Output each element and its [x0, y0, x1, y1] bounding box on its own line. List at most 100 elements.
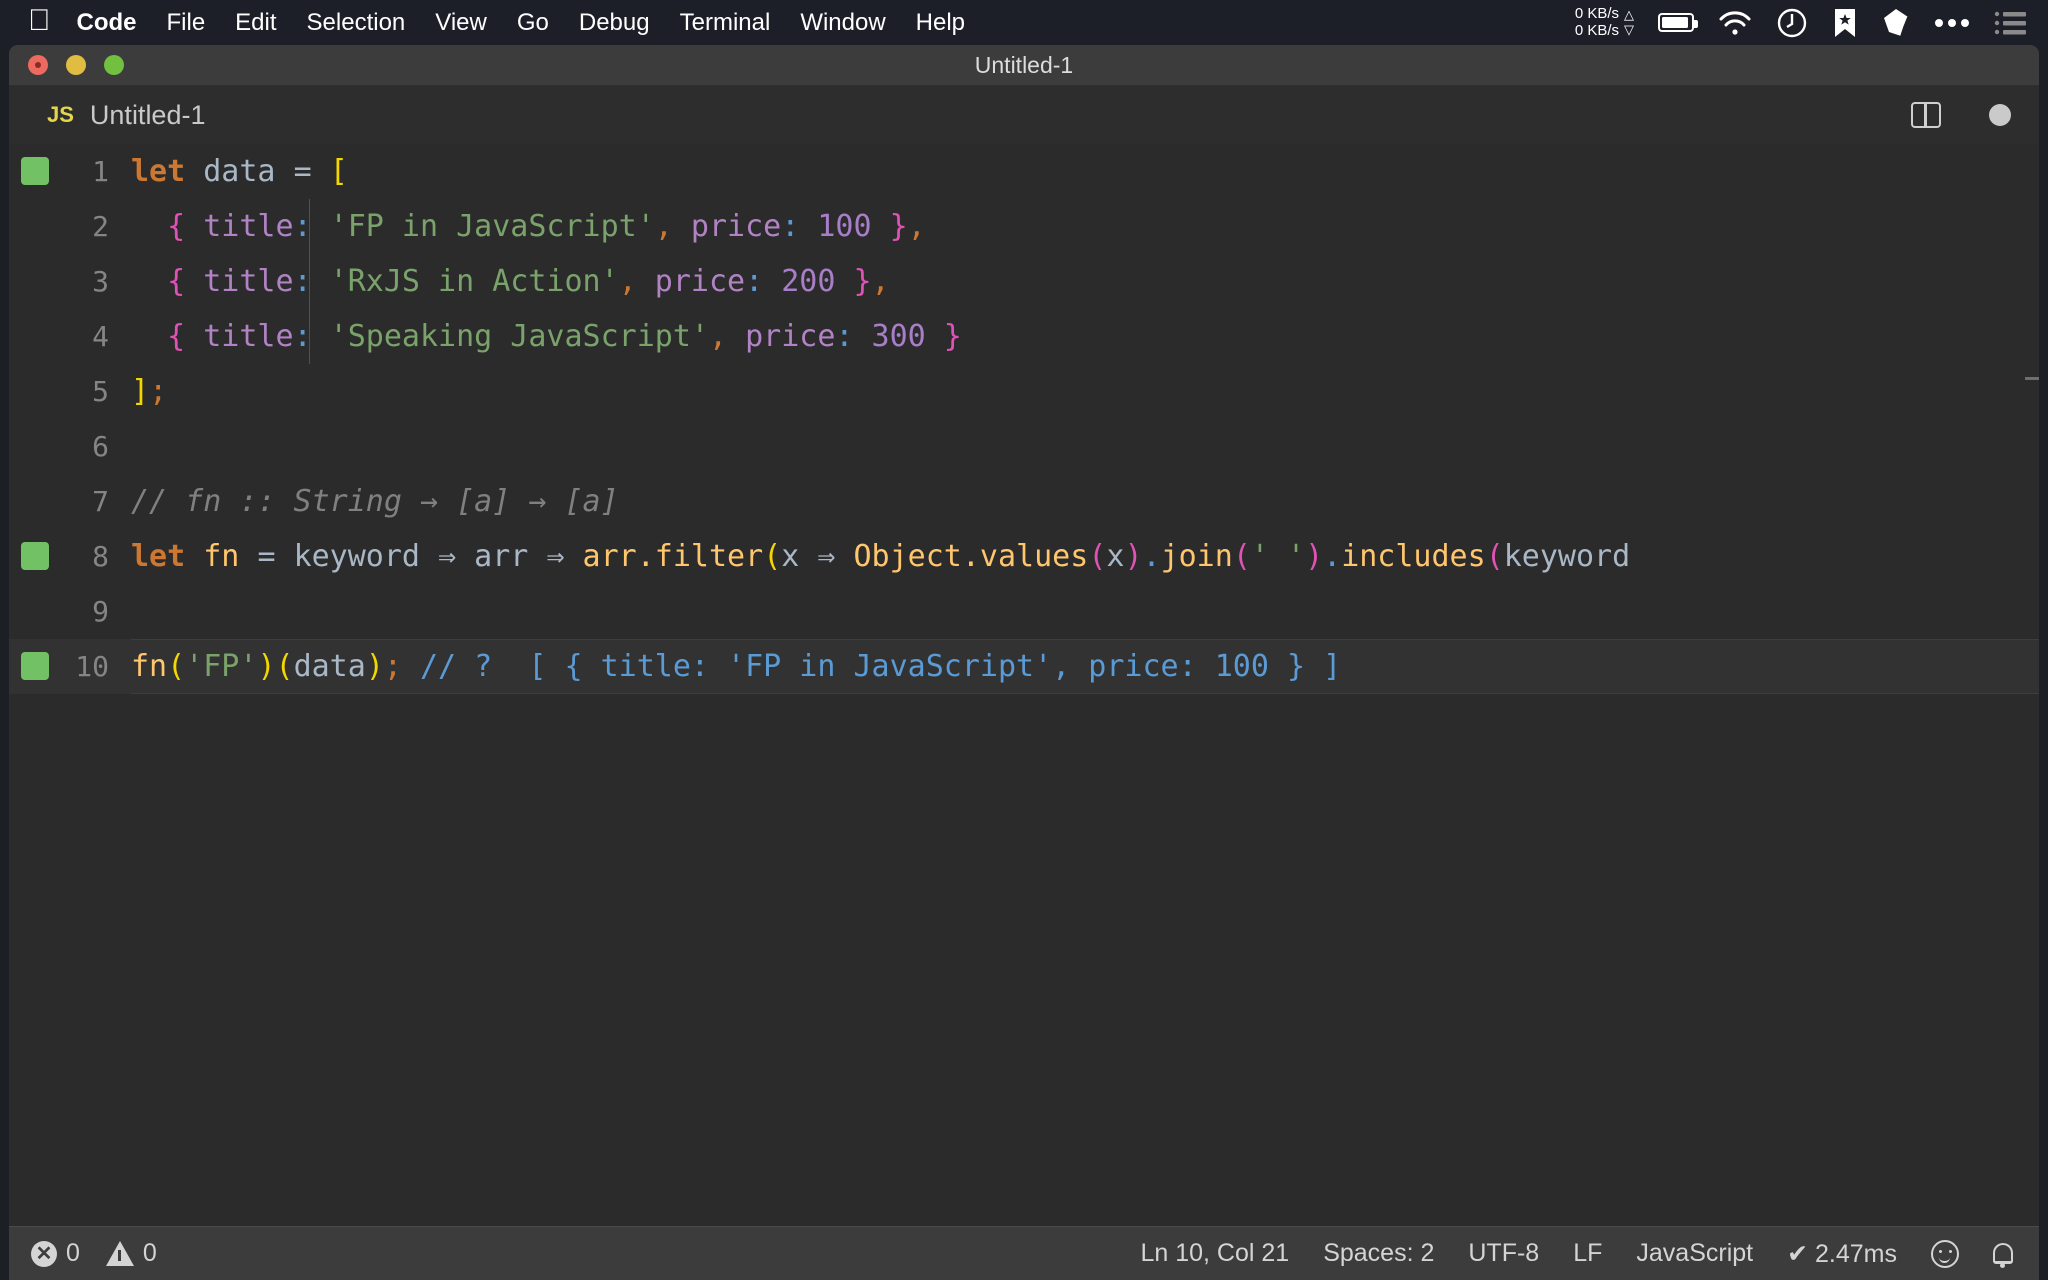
token-colon: : — [781, 209, 800, 244]
encoding-setting[interactable]: UTF-8 — [1468, 1239, 1539, 1268]
token-bracket: [ — [329, 154, 348, 189]
line-content[interactable]: { title: 'FP in JavaScript', price: 100 … — [131, 199, 2039, 254]
menu-item-file[interactable]: File — [167, 9, 206, 37]
token-paren: ( — [1232, 539, 1251, 574]
token-brace: { — [167, 319, 186, 354]
execution-time[interactable]: ✔ 2.47ms — [1787, 1239, 1897, 1269]
line-number: 7 — [92, 485, 109, 518]
code-line-8[interactable]: 8 let fn = keyword ⇒ arr ⇒ arr.filter(x … — [9, 529, 2039, 584]
token-brace: } — [871, 209, 908, 244]
token-dot: . — [1323, 539, 1342, 574]
token-paren: ( — [275, 649, 294, 684]
list-icon[interactable] — [1994, 10, 2026, 36]
menu-item-debug[interactable]: Debug — [579, 9, 650, 37]
warning-count[interactable]: 0 — [143, 1239, 157, 1268]
code-line-4[interactable]: 4 { title: 'Speaking JavaScript', price:… — [9, 309, 2039, 364]
token-keyword: let — [131, 154, 186, 189]
token-comment: // fn :: String → [a] → [a] — [131, 484, 619, 519]
menu-item-help[interactable]: Help — [916, 9, 965, 37]
code-line-1[interactable]: 1 let data = [ — [9, 144, 2039, 199]
token-colon: : — [835, 319, 854, 354]
code-line-7[interactable]: 7 // fn :: String → [a] → [a] — [9, 474, 2039, 529]
menu-item-code[interactable]: Code — [77, 9, 137, 37]
line-content[interactable]: // fn :: String → [a] → [a] — [131, 474, 2039, 529]
scrollbar-marker[interactable] — [2025, 377, 2039, 380]
token-property: title — [185, 264, 294, 299]
window-title: Untitled-1 — [974, 51, 1074, 78]
token-paren: ( — [167, 649, 186, 684]
token-paren: ) — [365, 649, 384, 684]
cursor-position[interactable]: Ln 10, Col 21 — [1140, 1239, 1289, 1268]
code-line-3[interactable]: 3 { title: 'RxJS in Action', price: 200 … — [9, 254, 2039, 309]
line-number: 3 — [92, 265, 109, 298]
line-content[interactable] — [131, 584, 2039, 639]
smiley-icon[interactable] — [1931, 1239, 1959, 1268]
token-paren: ( — [763, 539, 782, 574]
code-editor[interactable]: 1 let data = [ 2 { title: 'FP in JavaScr… — [9, 144, 2039, 1226]
wifi-icon[interactable] — [1718, 10, 1752, 36]
eol-setting[interactable]: LF — [1573, 1239, 1602, 1268]
line-content[interactable]: ]; — [131, 364, 2039, 419]
token-brace: } — [925, 319, 962, 354]
line-content[interactable]: fn('FP')(data); // ? [ { title: 'FP in J… — [131, 639, 2039, 694]
warning-icon — [105, 1241, 134, 1266]
line-content[interactable] — [131, 419, 2039, 474]
git-change-marker — [21, 652, 49, 680]
status-bar-left: ✕ 0 0 — [31, 1239, 157, 1268]
token-string: 'RxJS in Action' — [311, 264, 619, 299]
token-property: price — [636, 264, 746, 299]
macos-menu-bar:  Code File Edit Selection View Go Debug… — [0, 0, 2048, 45]
split-editor-icon[interactable] — [1911, 102, 1941, 128]
ellipsis-icon[interactable] — [1934, 17, 1970, 29]
network-speed-indicator[interactable]: 0 KB/s 0 KB/s △ ▽ — [1574, 4, 1634, 40]
line-number: 2 — [92, 210, 109, 243]
menu-item-terminal[interactable]: Terminal — [680, 9, 771, 37]
unsaved-dot-icon[interactable] — [1989, 104, 2011, 126]
token-paren: ) — [1305, 539, 1324, 574]
token-paren: ) — [1124, 539, 1143, 574]
token-paren: ( — [1088, 539, 1107, 574]
tab-untitled-1[interactable]: JS Untitled-1 — [9, 86, 232, 144]
code-line-9[interactable]: 9 — [9, 584, 2039, 639]
token-keyword: let — [131, 539, 186, 574]
status-bar: ✕ 0 0 Ln 10, Col 21 Spaces: 2 UTF-8 LF J… — [9, 1226, 2039, 1280]
bell-icon[interactable] — [1993, 1243, 2013, 1268]
apple-logo-icon[interactable]:  — [28, 5, 51, 36]
git-change-marker — [21, 157, 49, 185]
menu-item-window[interactable]: Window — [800, 9, 885, 37]
token-string: ' ' — [1250, 539, 1306, 574]
token-method: Object.values — [835, 539, 1089, 574]
token-string: 'FP in JavaScript' — [311, 209, 655, 244]
code-line-6[interactable]: 6 — [9, 419, 2039, 474]
battery-icon[interactable] — [1658, 13, 1698, 32]
menu-item-view[interactable]: View — [435, 9, 487, 37]
timer-icon[interactable] — [1776, 7, 1808, 39]
menu-item-go[interactable]: Go — [517, 9, 549, 37]
language-mode[interactable]: JavaScript — [1636, 1239, 1753, 1268]
token-parameter: arr — [456, 539, 547, 574]
line-content[interactable]: let data = [ — [131, 144, 2039, 199]
gem-icon[interactable] — [1882, 8, 1910, 38]
indentation-setting[interactable]: Spaces: 2 — [1323, 1239, 1434, 1268]
code-line-5[interactable]: 5 ]; — [9, 364, 2039, 419]
network-download-speed: 0 KB/s — [1574, 21, 1619, 39]
line-content[interactable]: { title: 'Speaking JavaScript', price: 3… — [131, 309, 2039, 364]
token-operator: = — [293, 154, 330, 189]
token-string: 'FP' — [185, 649, 258, 684]
status-bar-right: Ln 10, Col 21 Spaces: 2 UTF-8 LF JavaScr… — [1106, 1239, 2013, 1269]
menu-item-edit[interactable]: Edit — [235, 9, 276, 37]
token-comma: , — [654, 209, 673, 244]
network-upload-speed: 0 KB/s — [1574, 4, 1619, 22]
line-content[interactable]: let fn = keyword ⇒ arr ⇒ arr.filter(x ⇒ … — [131, 529, 2039, 584]
code-line-2[interactable]: 2 { title: 'FP in JavaScript', price: 10… — [9, 199, 2039, 254]
line-content[interactable]: { title: 'RxJS in Action', price: 200 }, — [131, 254, 2039, 309]
code-line-10[interactable]: 10 fn('FP')(data); // ? [ { title: 'FP i… — [9, 639, 2039, 694]
indent-guide — [309, 254, 310, 309]
token-bracket: ] — [131, 374, 150, 409]
token-property: price — [727, 319, 836, 354]
bookmark-star-icon[interactable] — [1832, 7, 1858, 39]
menu-item-selection[interactable]: Selection — [307, 9, 406, 37]
error-count[interactable]: 0 — [66, 1239, 80, 1268]
